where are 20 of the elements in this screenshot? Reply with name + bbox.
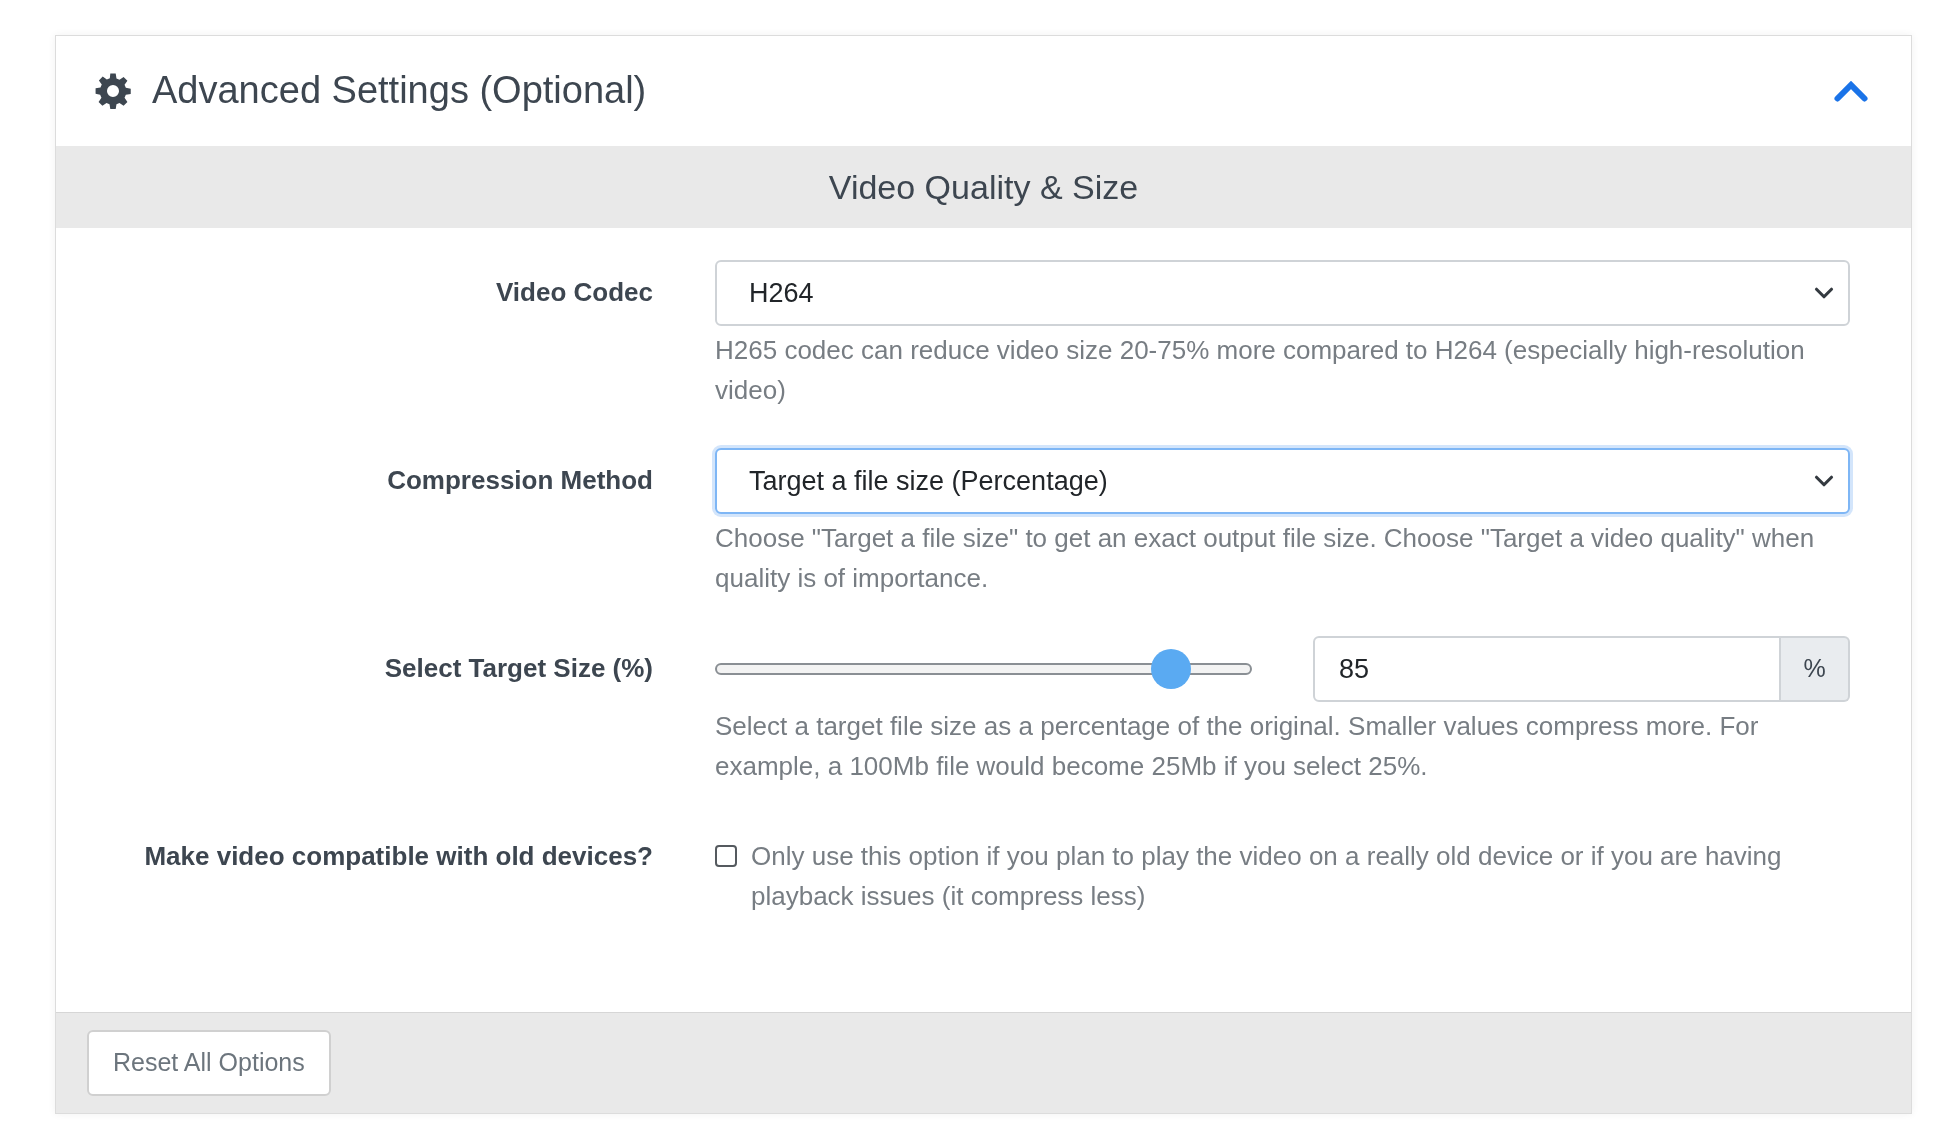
help-text: Only use this option if you plan to play the video on a really old device or if you are having playback issues (it compress less) [751, 840, 1783, 914]
gear-icon [94, 71, 132, 110]
help-text: Choose "Target a file size" to get an exact output file size. Choose "Target a video quality" when quality is of importance. [715, 522, 1816, 596]
field-label: Make video compatible with old devices? [144, 840, 653, 874]
field-label: Compression Method [387, 464, 653, 498]
dropdown[interactable]: H264 [715, 260, 1850, 327]
checkbox[interactable] [715, 845, 737, 868]
field-label: Video Codec [496, 276, 653, 310]
dropdown[interactable]: Target a file size (Percentage) [715, 448, 1850, 515]
panel-title: Advanced Settings (Optional) [152, 68, 647, 114]
number-input[interactable]: 85 [1313, 636, 1781, 703]
slider[interactable] [715, 649, 1252, 690]
help-text: Select a target file size as a percentage of the original. Smaller values compress more. For example, a 100Mb file would become 25Mb if you select 25%. [715, 710, 1760, 784]
help-text: H265 codec can reduce video size 20-75% more compared to H264 (especially high-resolution video) [715, 334, 1806, 408]
slider-thumb[interactable] [1151, 649, 1192, 690]
chevron-up-icon [1833, 78, 1869, 103]
reset-button[interactable]: Reset All Options [87, 1030, 331, 1097]
unit-label: % [1781, 636, 1850, 703]
section-title: Video Quality & Size [828, 166, 1139, 208]
field-label: Select Target Size (%) [384, 652, 653, 686]
